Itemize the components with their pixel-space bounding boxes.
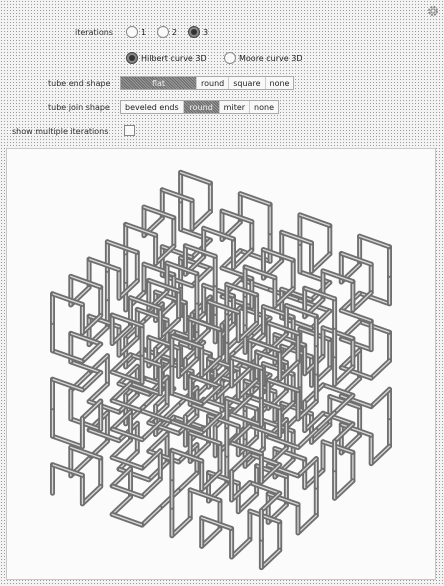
tube-segment-highlight bbox=[111, 496, 132, 516]
tube-segment-highlight bbox=[141, 478, 161, 498]
tube-segment-highlight bbox=[370, 445, 391, 465]
tube-segment-highlight bbox=[201, 517, 233, 530]
tube-segment-highlight bbox=[340, 309, 372, 322]
tube-segment-highlight bbox=[239, 193, 271, 205]
tube-segment-highlight bbox=[221, 210, 253, 223]
tube-end-option-flat[interactable]: flat bbox=[121, 77, 197, 89]
tube-segment-highlight bbox=[161, 189, 193, 202]
tube-segment-highlight bbox=[310, 253, 331, 273]
curve-option-label: Moore curve 3D bbox=[239, 53, 303, 63]
tube-join-option-none[interactable]: none bbox=[250, 101, 278, 113]
tube-segment-highlight bbox=[260, 549, 281, 569]
tube-segment-highlight bbox=[297, 514, 317, 534]
tube-segment-highlight bbox=[370, 360, 391, 379]
tube-segment-highlight bbox=[70, 275, 102, 288]
tube-segment-highlight bbox=[340, 338, 372, 351]
tube-join-option-miter[interactable]: miter bbox=[220, 101, 251, 113]
iterations-option-label: 2 bbox=[172, 27, 178, 37]
tube-segment-highlight bbox=[179, 171, 212, 184]
iterations-option-2[interactable]: 2 bbox=[157, 26, 177, 38]
tube-segment-highlight bbox=[370, 388, 391, 408]
tube-segment-highlight bbox=[281, 231, 313, 244]
iterations-option-3[interactable]: 3 bbox=[188, 26, 208, 38]
tube-segment-highlight bbox=[358, 321, 391, 333]
tube-join-shape-selector: beveled ends round miter none bbox=[120, 100, 280, 114]
tube-segment-highlight bbox=[111, 439, 132, 459]
radio-icon bbox=[126, 26, 138, 38]
tube-segment-highlight bbox=[340, 252, 372, 265]
hilbert-curve-3d-render bbox=[50, 169, 392, 571]
tube-segment-highlight bbox=[237, 493, 258, 513]
tube-end-shape-selector: flat round square none bbox=[120, 76, 295, 90]
tube-end-option-round[interactable]: round bbox=[197, 77, 230, 89]
tube-segment-highlight bbox=[111, 485, 143, 498]
3d-viewport[interactable] bbox=[6, 148, 436, 580]
radio-selected-icon bbox=[126, 52, 138, 64]
iterations-option-label: 1 bbox=[141, 27, 147, 37]
tube-segment-highlight bbox=[88, 258, 120, 271]
tube-segment-highlight bbox=[141, 507, 161, 526]
radio-icon bbox=[157, 26, 169, 38]
tube-segment-highlight bbox=[143, 206, 175, 219]
tube-segment-highlight bbox=[171, 517, 191, 537]
tube-join-shape-label: tube join shape bbox=[48, 103, 110, 112]
tube-join-option-round[interactable]: round bbox=[183, 101, 220, 113]
tube-end-option-square[interactable]: square bbox=[229, 77, 266, 89]
curve-option-moore[interactable]: Moore curve 3D bbox=[224, 52, 302, 64]
tube-segment-highlight bbox=[81, 343, 102, 363]
tube-segment-highlight bbox=[148, 433, 168, 452]
radio-icon bbox=[224, 52, 236, 64]
tube-segment-highlight bbox=[177, 472, 198, 492]
tube-end-shape-label: tube end shape bbox=[48, 79, 111, 88]
iterations-label: iterations bbox=[75, 28, 113, 37]
tube-segment-highlight bbox=[51, 350, 84, 363]
tube-end-option-none[interactable]: none bbox=[266, 77, 294, 89]
tube-segment-highlight bbox=[106, 241, 138, 254]
curve-option-hilbert[interactable]: Hilbert curve 3D bbox=[126, 52, 207, 64]
tube-segment-highlight bbox=[358, 235, 391, 248]
curve-option-label: Hilbert curve 3D bbox=[141, 53, 207, 63]
tube-segment-highlight bbox=[201, 528, 221, 547]
show-multiple-iterations-checkbox[interactable] bbox=[124, 125, 135, 136]
tube-segment-highlight bbox=[191, 210, 212, 230]
tube-segment-highlight bbox=[333, 480, 354, 499]
tube-segment-highlight bbox=[81, 485, 102, 505]
tube-segment-highlight bbox=[111, 513, 143, 526]
iterations-option-1[interactable]: 1 bbox=[126, 26, 146, 38]
tube-segment-highlight bbox=[88, 383, 109, 403]
iterations-option-label: 3 bbox=[203, 27, 209, 37]
tube-segment-highlight bbox=[51, 435, 84, 448]
tube-segment-highlight bbox=[299, 214, 331, 227]
radio-selected-icon bbox=[188, 26, 200, 38]
show-multiple-iterations-label: show multiple iterations bbox=[12, 127, 109, 136]
tube-segment-highlight bbox=[230, 538, 251, 558]
tube-join-option-beveled-ends[interactable]: beveled ends bbox=[121, 101, 184, 113]
gear-icon[interactable] bbox=[426, 4, 440, 18]
